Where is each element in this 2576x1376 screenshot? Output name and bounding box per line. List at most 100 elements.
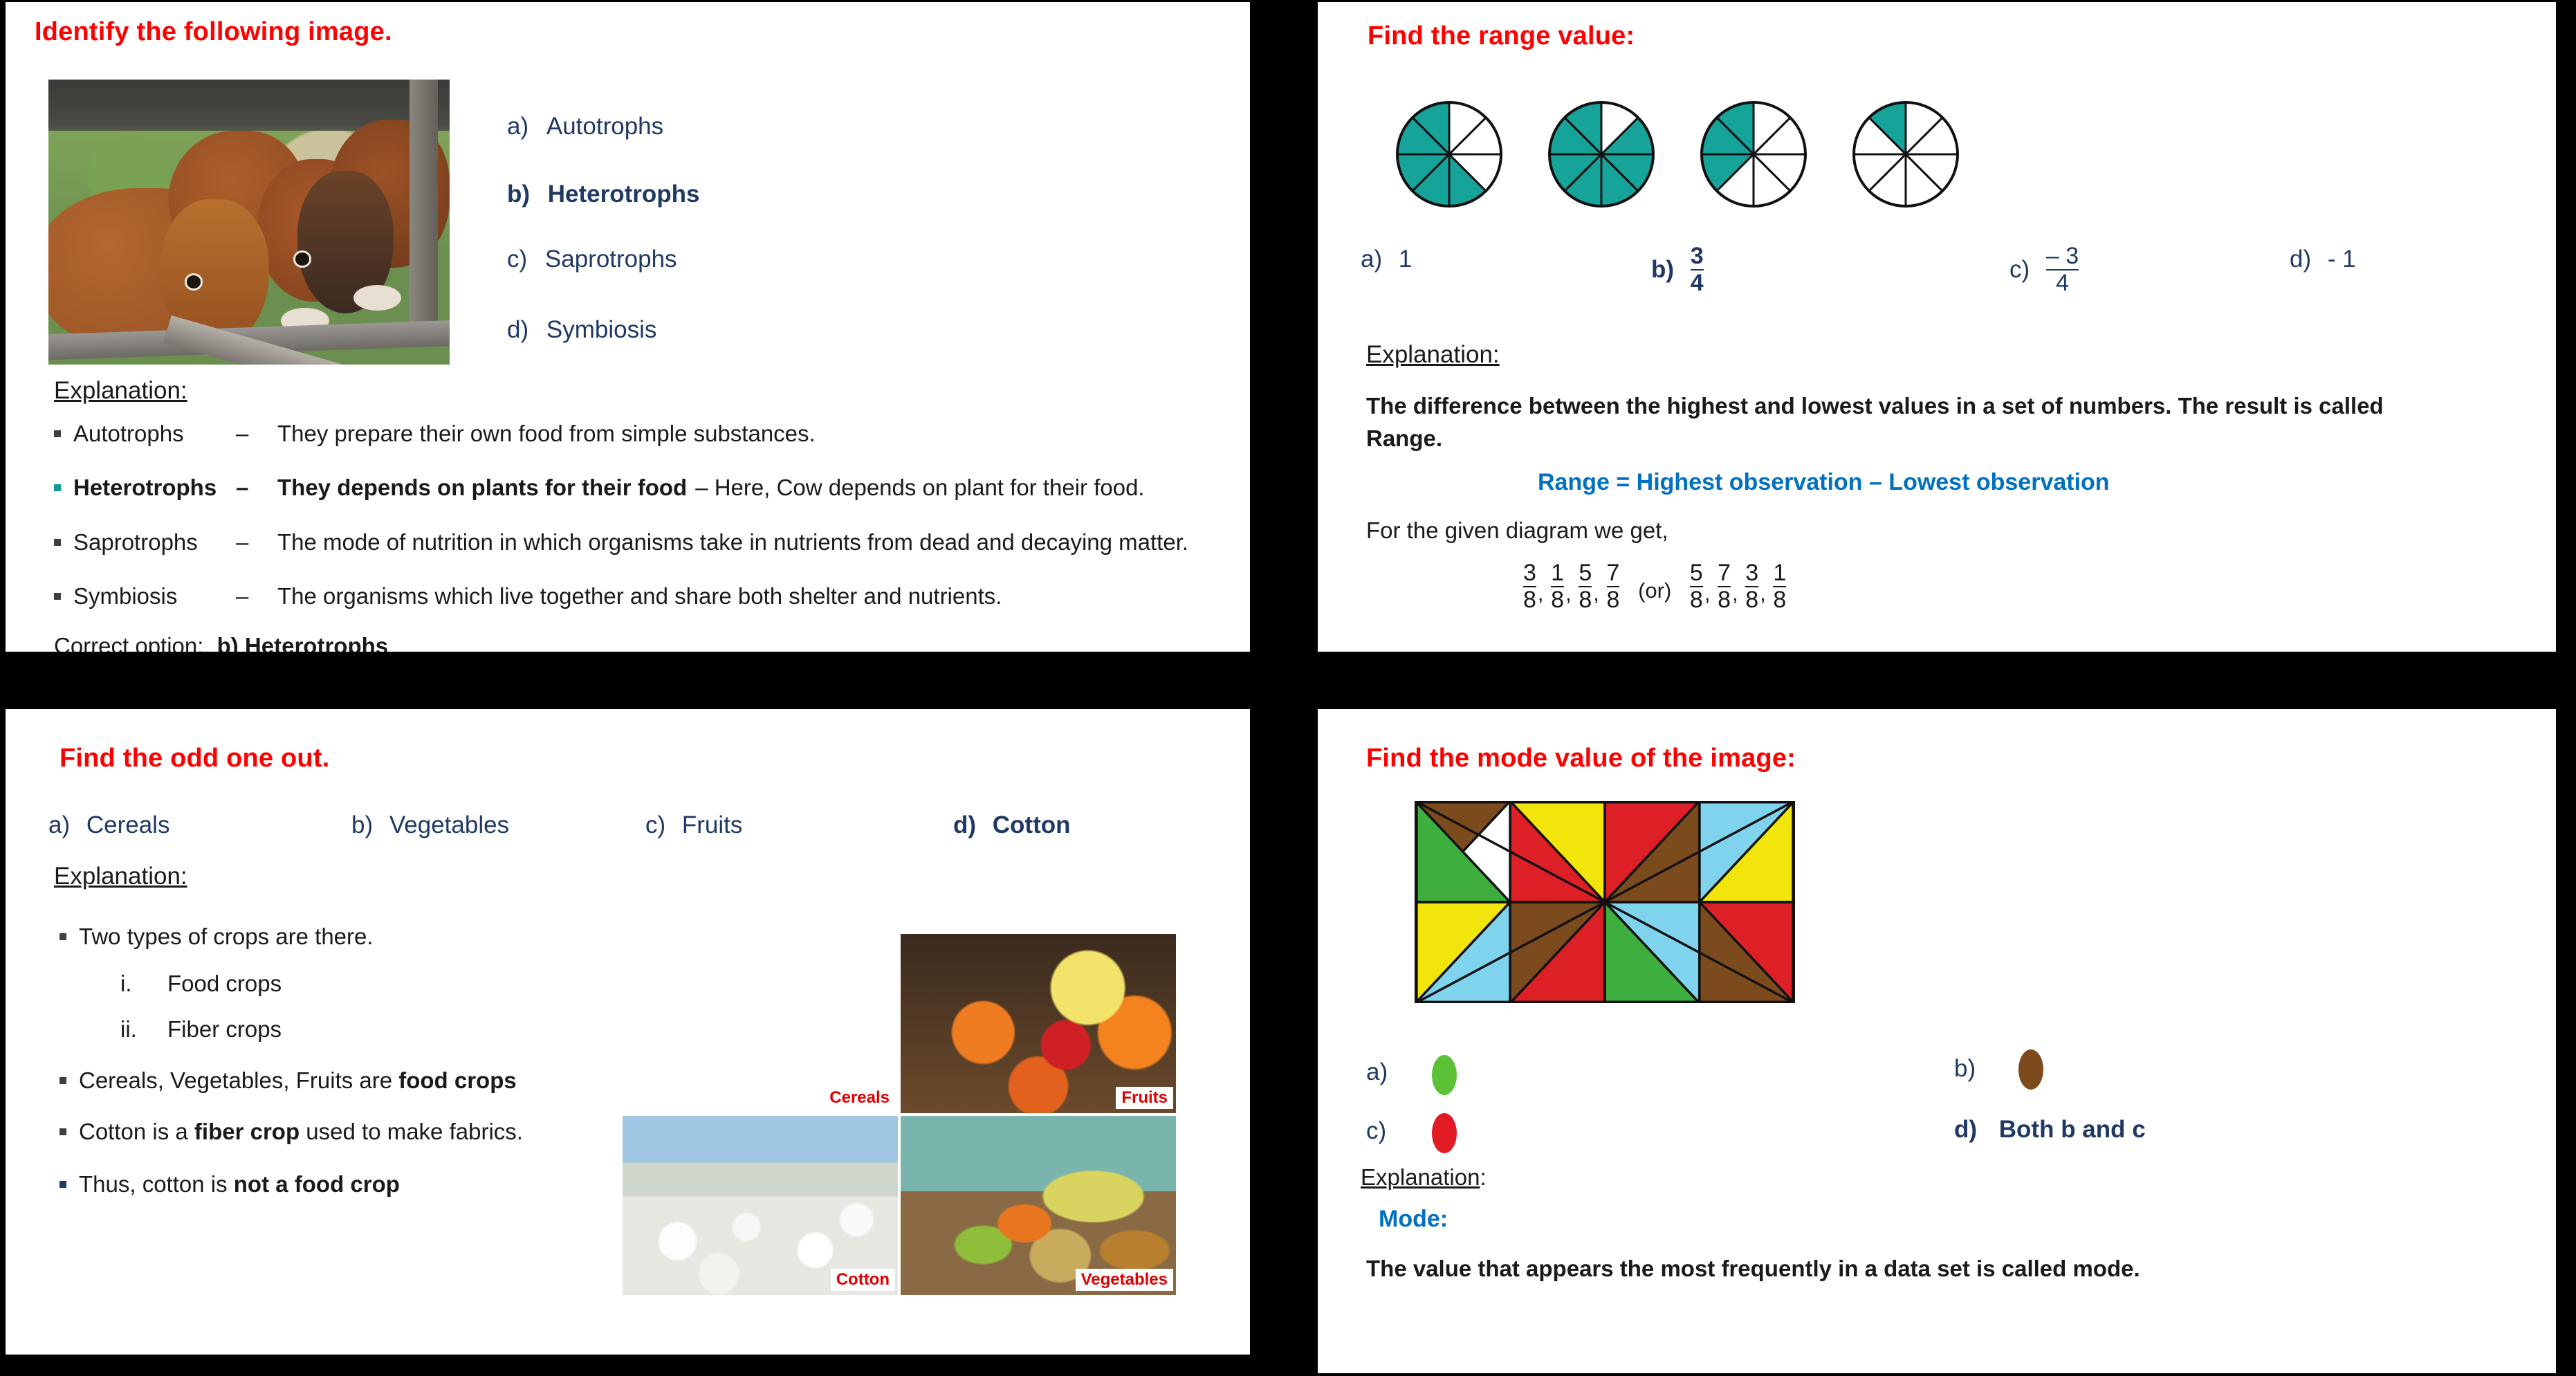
bullet-marker xyxy=(54,430,61,437)
range-definition-line2: Range. xyxy=(1366,425,1443,451)
den: 8 xyxy=(1773,585,1787,613)
option-d-key: d) xyxy=(507,316,529,343)
option-d-key: d) xyxy=(1954,1116,1978,1143)
range-pie-circles xyxy=(1396,101,1959,208)
range-definition-line1: The difference between the highest and l… xyxy=(1366,393,2384,419)
pie-circle-3 xyxy=(1700,101,1807,208)
option-a-identify[interactable]: a) Autotrophs xyxy=(507,113,663,140)
bullet-desc: The organisms which live together and sh… xyxy=(277,583,1002,609)
bullet-text: Cereals, Vegetables, Fruits are xyxy=(79,1067,399,1093)
option-b-label: Heterotrophs xyxy=(547,181,700,208)
option-b-range[interactable]: b) 3 4 xyxy=(1651,244,1704,295)
option-a-key: a) xyxy=(48,811,71,838)
fence-post xyxy=(410,80,438,342)
den: 8 xyxy=(1745,585,1759,613)
bullet-term: Heterotrophs xyxy=(73,475,217,500)
cow-muzzle-3 xyxy=(353,284,402,311)
panel-odd-one-out: Find the odd one out. a) Cereals b) Vege… xyxy=(6,709,1250,1355)
option-b-odd[interactable]: b) Vegetables xyxy=(351,811,509,839)
odd-sub-item-1: i. Food crops xyxy=(120,971,282,997)
option-d-identify[interactable]: d) Symbiosis xyxy=(507,316,656,344)
explanation-heading-identify: Explanation: xyxy=(54,377,187,404)
den: 8 xyxy=(1523,585,1536,613)
num: 3 xyxy=(1745,560,1759,586)
option-d-odd[interactable]: d) Cotton xyxy=(953,811,1071,839)
option-b-key: b) xyxy=(351,811,374,838)
bullet-term: Saprotrophs xyxy=(73,529,198,555)
bullet-text: Thus, cotton is xyxy=(79,1171,234,1197)
option-a-color-swatch[interactable] xyxy=(1432,1055,1457,1095)
bullet-marker xyxy=(59,1128,66,1135)
frac-a2: 1 8 xyxy=(1551,560,1565,613)
or-connector: (or) xyxy=(1638,578,1672,603)
frac-a1: 3 8 xyxy=(1523,560,1536,613)
frac-b4: 1 8 xyxy=(1773,560,1787,613)
photo-caption-cereals: Cereals xyxy=(824,1087,895,1109)
bullet-tail: – Here, Cow depends on plant for their f… xyxy=(695,475,1145,500)
option-a-mode[interactable]: a) xyxy=(1366,1058,1388,1086)
comma: , xyxy=(1760,581,1766,606)
bullet-text: Cotton is a xyxy=(79,1119,194,1144)
option-c-identify[interactable]: c) Saprotrophs xyxy=(507,246,677,273)
option-b-key: b) xyxy=(1954,1055,1976,1082)
comma: , xyxy=(1704,581,1711,606)
frac-b3: 3 8 xyxy=(1745,560,1759,613)
frac-b1: 5 8 xyxy=(1689,560,1703,612)
option-c-key: c) xyxy=(645,811,666,838)
mode-color-grid xyxy=(1415,801,1795,1003)
option-b-identify[interactable]: b) Heterotrophs xyxy=(507,181,700,208)
bullet-desc: The mode of nutrition in which organisms… xyxy=(277,529,1189,555)
option-b-label: Vegetables xyxy=(389,811,510,838)
option-a-key: a) xyxy=(1361,246,1383,273)
page-title-identify: Identify the following image. xyxy=(35,17,392,46)
option-c-label: Fruits xyxy=(681,811,743,838)
page-title-odd: Find the odd one out. xyxy=(59,744,330,773)
grid-cell-r2c1 xyxy=(1415,899,1514,1003)
option-c-odd[interactable]: c) Fruits xyxy=(645,811,742,839)
roman-marker: i. xyxy=(120,971,132,996)
option-c-range[interactable]: c) – 3 4 xyxy=(2009,244,2079,295)
bullet-marker xyxy=(54,484,61,491)
option-d-mode[interactable]: d) Both b and c xyxy=(1954,1116,2146,1144)
comma: , xyxy=(1732,581,1738,606)
comma: , xyxy=(1593,581,1599,606)
option-a-odd[interactable]: a) Cereals xyxy=(48,811,169,839)
explanation-heading-mode: Explanation: xyxy=(1361,1164,1487,1191)
pie-circle-1 xyxy=(1396,101,1502,208)
fraction-numerator: – 3 xyxy=(2045,243,2079,269)
den: 8 xyxy=(1718,585,1731,613)
page-title-range: Find the range value: xyxy=(1368,21,1635,51)
grid-cell-r2c3 xyxy=(1602,899,1702,1003)
option-c-color-swatch[interactable] xyxy=(1432,1113,1457,1153)
bullet-desc: They depends on plants for their food xyxy=(277,475,688,500)
option-b-color-swatch[interactable] xyxy=(2018,1049,2043,1090)
frac-a3: 5 8 xyxy=(1579,560,1592,612)
option-c-mode[interactable]: c) xyxy=(1366,1117,1386,1145)
den: 8 xyxy=(1551,585,1565,613)
grid-cell-r1c1 xyxy=(1415,801,1514,905)
option-d-label: Both b and c xyxy=(1998,1116,2146,1143)
comma: , xyxy=(1565,581,1572,606)
comma: , xyxy=(1537,581,1544,606)
num: 5 xyxy=(1689,560,1703,586)
fruits-photo: Fruits xyxy=(901,934,1176,1113)
option-b-mode[interactable]: b) xyxy=(1954,1055,1976,1083)
photo-caption-cotton: Cotton xyxy=(830,1269,895,1291)
bullet-autotrophs: Autotrophs – They prepare their own food f… xyxy=(54,421,816,447)
bullet-term: Symbiosis xyxy=(73,583,178,609)
option-d-range[interactable]: d) - 1 xyxy=(2290,246,2356,273)
correct-option-label: Correct option: xyxy=(54,633,204,652)
option-c-key: c) xyxy=(507,246,528,273)
photo-caption-fruits: Fruits xyxy=(1116,1087,1173,1109)
odd-sub-item-2: ii. Fiber crops xyxy=(120,1016,282,1043)
page-title-mode: Find the mode value of the image: xyxy=(1366,744,1796,773)
bullet-symbiosis: Symbiosis – The organisms which live toget… xyxy=(54,583,1002,609)
slide-collage: Identify the following image. a) Autotro… xyxy=(0,0,2576,1376)
odd-bullet-2: Cereals, Vegetables, Fruits are food cro… xyxy=(59,1067,517,1094)
option-a-key: a) xyxy=(507,113,529,140)
option-d-key: d) xyxy=(953,811,977,838)
option-a-range[interactable]: a) 1 xyxy=(1361,246,1412,273)
bullet-bold: fiber crop xyxy=(194,1119,300,1144)
explanation-heading-range: Explanation: xyxy=(1366,341,1500,368)
num: 7 xyxy=(1606,560,1620,586)
